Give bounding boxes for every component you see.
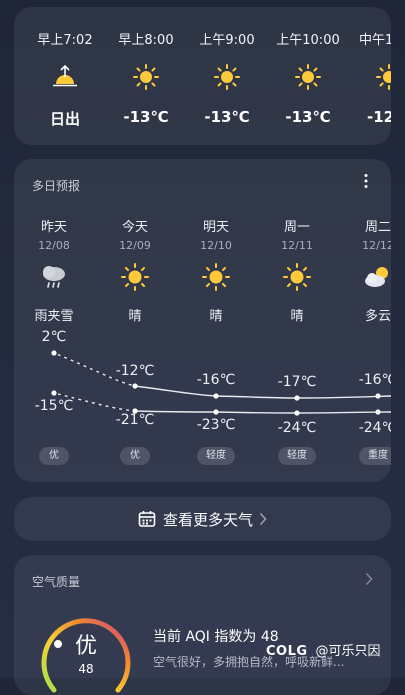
hourly-time: 早上7:02	[37, 33, 93, 48]
aqi-badge: 轻度	[278, 447, 316, 465]
low-temp-point	[294, 410, 300, 416]
sun-icon	[295, 64, 321, 90]
hourly-value: -13℃	[204, 108, 250, 126]
hourly-value: -12	[367, 108, 391, 126]
calendar-icon	[138, 511, 156, 527]
sun-icon	[133, 64, 159, 90]
high-temp-label: 2℃	[41, 329, 67, 345]
high-temp-point	[294, 395, 300, 401]
hourly-time: 早上8:00	[118, 33, 174, 48]
watermark: COLG @可乐只因	[266, 640, 381, 659]
aqi-badge: 优	[120, 447, 150, 465]
watermark-brand: COLG	[266, 644, 308, 659]
low-temp-label: -24℃	[277, 420, 317, 436]
low-temp-point	[51, 390, 57, 396]
high-temp-label: -12℃	[115, 363, 155, 379]
low-temp-label: -23℃	[196, 417, 236, 433]
high-temp-label: -17℃	[277, 374, 317, 390]
more-weather-button[interactable]: 查看更多天气	[14, 497, 391, 541]
multi-day-forecast-card: 多日预报 昨天 12/08 雨夹雪 今天 12/09 晴 明天 12/10 晴 …	[14, 159, 391, 482]
aqi-headline: 当前 AQI 指数为 48	[153, 629, 279, 645]
hourly-value: 日出	[49, 110, 80, 128]
temperature-trend-chart	[51, 350, 391, 416]
high-temp-point	[132, 383, 138, 389]
low-temp-label: -15℃	[34, 398, 74, 414]
hourly-value: -13℃	[123, 108, 169, 126]
hourly-time: 上午9:00	[199, 33, 255, 48]
hourly-time: 中午1	[359, 33, 391, 48]
low-temp-point	[213, 409, 219, 415]
watermark-handle: @可乐只因	[315, 644, 381, 659]
hourly-value: -13℃	[285, 108, 331, 126]
aqi-level: 优	[74, 634, 97, 659]
low-temp-point	[375, 409, 381, 415]
high-temp-point	[213, 393, 219, 399]
high-temp-point	[375, 393, 381, 399]
sunrise-icon	[53, 64, 77, 87]
sun-icon	[214, 64, 240, 90]
air-quality-card[interactable]: 空气质量 优 48 当前 AQI 指数为 48 空气很好，多拥抱自然，呼吸新鲜.…	[14, 555, 391, 695]
chevron-right-icon	[365, 572, 373, 586]
hourly-forecast-card: 早上7:02 日出 早上8:00 -13℃ 上午9:00 -13℃ 上午10:0…	[14, 7, 391, 145]
hourly-time: 上午10:00	[276, 33, 340, 48]
high-temp-label: -16℃	[196, 372, 236, 388]
low-temp-label: -24℃	[358, 420, 391, 436]
chevron-right-icon	[259, 512, 267, 526]
more-weather-label: 查看更多天气	[162, 510, 253, 529]
high-temp-point	[51, 350, 57, 356]
aqi-badge: 重度	[359, 447, 391, 465]
aqi-badge: 轻度	[197, 447, 235, 465]
high-temp-label: -16℃	[358, 372, 391, 388]
aqi-badge: 优	[39, 447, 69, 465]
low-temp-label: -21℃	[115, 412, 155, 428]
aqi-value: 48	[78, 662, 94, 676]
card-title: 空气质量	[32, 575, 81, 589]
sun-icon	[376, 64, 391, 90]
